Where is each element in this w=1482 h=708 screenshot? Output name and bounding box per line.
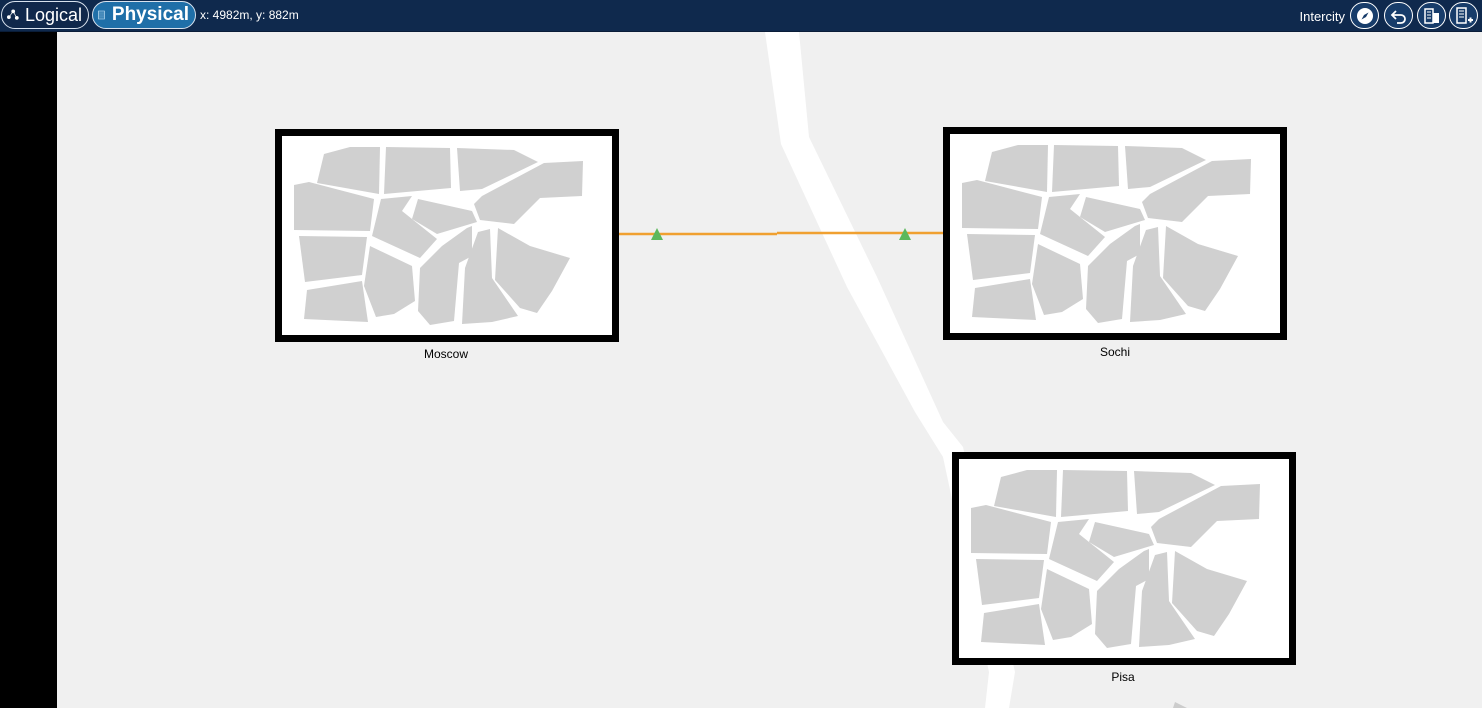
logical-mode-label: Logical xyxy=(24,4,82,25)
add-building-button[interactable] xyxy=(1449,2,1478,29)
physical-mode-button[interactable]: Physical xyxy=(92,1,196,29)
environment-label: Intercity xyxy=(1299,9,1345,24)
cursor-coordinates: x: 4982m, y: 882m xyxy=(200,8,299,22)
undo-button[interactable] xyxy=(1384,2,1413,29)
navigate-button[interactable] xyxy=(1350,2,1379,29)
city-map-icon xyxy=(962,145,1251,323)
physical-mode-label: Physical xyxy=(111,4,189,25)
navigate-icon xyxy=(1356,7,1373,24)
logical-mode-button[interactable]: Logical xyxy=(1,1,89,29)
city-label-moscow: Moscow xyxy=(423,347,468,361)
add-building-icon xyxy=(1455,6,1473,24)
left-sidebar xyxy=(0,32,57,708)
physical-building-icon xyxy=(98,10,105,20)
city-label-pisa: Pisa xyxy=(1111,670,1135,684)
city-moscow[interactable] xyxy=(275,129,619,342)
physical-workspace[interactable]: Moscow Sochi Pisa xyxy=(57,32,1482,708)
set-background-button[interactable] xyxy=(1417,2,1446,29)
city-map-icon xyxy=(294,147,583,325)
city-sochi[interactable] xyxy=(943,127,1287,340)
logical-network-icon xyxy=(7,9,19,20)
city-label-sochi: Sochi xyxy=(1099,345,1131,359)
city-map-icon xyxy=(971,470,1260,648)
set-background-icon xyxy=(1423,7,1439,24)
top-toolbar: Logical Physical x: 4982m, y: 882m Inter… xyxy=(0,0,1482,32)
city-pisa[interactable] xyxy=(952,452,1296,665)
undo-icon xyxy=(1390,9,1406,24)
